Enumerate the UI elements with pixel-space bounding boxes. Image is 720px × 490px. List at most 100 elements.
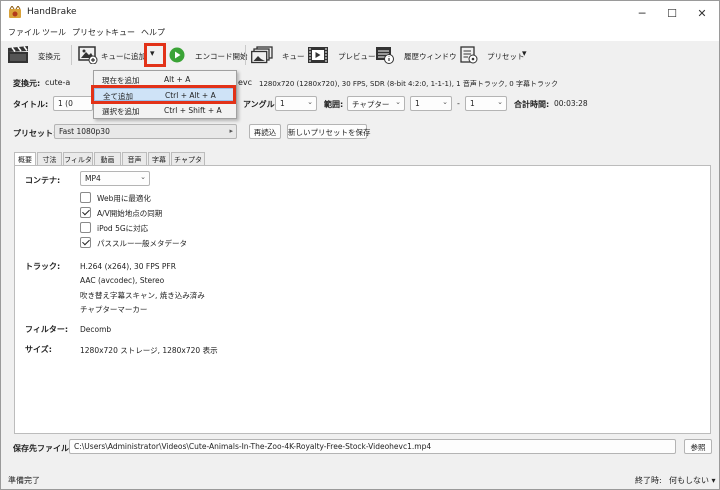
- chevron-down-icon: ⌄: [395, 98, 401, 106]
- handbrake-window: HandBrake ─ ☐ ✕ ファイル ツール プリセット キュー ヘルプ 変…: [0, 0, 720, 490]
- minimize-button[interactable]: ─: [627, 1, 657, 25]
- ipod-5g-label: iPod 5Gに対応: [97, 224, 149, 233]
- close-button[interactable]: ✕: [687, 1, 717, 25]
- container-label: コンテナ:: [25, 176, 61, 185]
- add-current-shortcut: Alt + A: [164, 75, 191, 84]
- range-label: 範囲:: [324, 100, 344, 109]
- source-info: 1280x720 (1280x720), 30 FPS, SDR (8-bit …: [259, 80, 558, 88]
- browse-button[interactable]: 参照: [684, 439, 712, 454]
- tab-chapters[interactable]: チャプター: [171, 152, 205, 174]
- angle-select[interactable]: 1 ⌄: [275, 96, 317, 111]
- queue-icon[interactable]: [251, 46, 273, 64]
- title-select-value: 1 (0: [58, 99, 73, 108]
- tab-subtitles[interactable]: 字幕: [148, 152, 170, 165]
- start-encode-button[interactable]: エンコード開始: [195, 51, 248, 62]
- play-icon[interactable]: [169, 47, 185, 63]
- queue-button[interactable]: キュー: [282, 51, 305, 62]
- preset-label: プリセット:: [13, 129, 57, 138]
- tab-audio[interactable]: 音声: [122, 152, 147, 165]
- range-dash: -: [457, 99, 460, 108]
- tracks-label: トラック:: [25, 262, 61, 271]
- reload-preset-button[interactable]: 再読込: [249, 124, 281, 139]
- presets-dropdown-arrow-icon[interactable]: ▾: [522, 49, 527, 59]
- preset-select[interactable]: Fast 1080p30 ▸: [54, 124, 237, 139]
- web-optimize-label: Web用に最適化: [97, 194, 151, 203]
- av-align-label: A/V開始地点の同期: [97, 209, 163, 218]
- range-type-select[interactable]: チャプター ⌄: [347, 96, 405, 111]
- range-start-value: 1: [415, 99, 420, 108]
- range-type-value: チャプター: [352, 100, 390, 109]
- when-done-label: 終了時:: [635, 476, 662, 485]
- add-selection-menu-item[interactable]: 選択を追加 Ctrl + Shift + A: [94, 104, 236, 117]
- tab-video[interactable]: 動画: [94, 152, 121, 165]
- preview-filmstrip-icon[interactable]: [307, 46, 329, 64]
- activity-log-icon[interactable]: [375, 46, 395, 64]
- filters-value: Decomb: [80, 325, 112, 334]
- duration-value: 00:03:28: [554, 99, 588, 108]
- chevron-down-icon: ⌄: [442, 98, 448, 106]
- menu-queue[interactable]: キュー: [111, 27, 135, 38]
- chevron-down-icon: ⌄: [497, 98, 503, 106]
- source-label: 変換元:: [13, 79, 41, 88]
- destination-label: 保存先ファイル:: [13, 444, 73, 453]
- angle-label: アングル:: [243, 100, 278, 109]
- toolbar-separator: [245, 45, 246, 65]
- toolbar-separator: [71, 45, 72, 65]
- range-end-select[interactable]: 1 ⌄: [465, 96, 507, 111]
- chevron-down-icon: ⌄: [307, 98, 313, 106]
- add-to-queue-button[interactable]: キューに追加: [101, 51, 146, 62]
- presets-icon[interactable]: [460, 46, 478, 64]
- source-name-start: cute-a: [45, 78, 71, 87]
- menu-bar: ファイル ツール プリセット キュー ヘルプ: [1, 25, 719, 41]
- add-queue-icon[interactable]: [78, 46, 98, 64]
- handbrake-logo-icon: [9, 6, 21, 18]
- tab-dimensions[interactable]: 寸法: [37, 152, 62, 165]
- track-subtitles: 吹き替え字幕スキャン, 焼き込み済み: [80, 291, 205, 300]
- chevron-down-icon: ⌄: [140, 173, 146, 181]
- preset-select-value: Fast 1080p30: [59, 127, 110, 136]
- container-select[interactable]: MP4 ⌄: [80, 171, 150, 186]
- title-label: タイトル:: [13, 100, 49, 109]
- presets-button[interactable]: プリセット: [487, 51, 525, 62]
- track-video: H.264 (x264), 30 FPS PFR: [80, 262, 176, 271]
- status-text: 準備完了: [8, 476, 40, 485]
- menu-help[interactable]: ヘルプ: [141, 27, 165, 38]
- size-label: サイズ:: [25, 345, 52, 354]
- destination-path-input[interactable]: C:\Users\Administrator\Videos\Cute-Anima…: [69, 439, 676, 454]
- filters-label: フィルター:: [25, 325, 69, 334]
- duration-label: 合計時間:: [514, 100, 550, 109]
- toolbar: 変換元 キューに追加 ▾ エンコード開始 キュー プレビュー 履歴ウィンドウ プ…: [1, 41, 719, 69]
- film-clapper-icon[interactable]: [7, 46, 29, 64]
- ipod-5g-checkbox[interactable]: [80, 222, 91, 233]
- menu-tools[interactable]: ツール: [42, 27, 66, 38]
- add-selection-label: 選択を追加: [102, 107, 140, 116]
- web-optimize-checkbox[interactable]: [80, 192, 91, 203]
- menu-file[interactable]: ファイル: [8, 27, 40, 38]
- range-start-select[interactable]: 1 ⌄: [410, 96, 452, 111]
- window-title: HandBrake: [27, 7, 77, 17]
- angle-select-value: 1: [280, 99, 285, 108]
- track-audio: AAC (avcodec), Stereo: [80, 276, 165, 285]
- status-bar: 準備完了 終了時: 何もしない ▾: [1, 469, 719, 489]
- passthru-metadata-checkbox[interactable]: [80, 237, 91, 248]
- destination-path: C:\Users\Administrator\Videos\Cute-Anima…: [74, 442, 432, 451]
- preview-button[interactable]: プレビュー: [338, 51, 376, 62]
- highlight-box-dropdown-arrow: [144, 43, 166, 67]
- activity-window-button[interactable]: 履歴ウィンドウ: [404, 51, 457, 62]
- save-new-preset-button[interactable]: 新しいプリセットを保存: [287, 124, 371, 139]
- source-button[interactable]: 変換元: [38, 51, 61, 62]
- range-end-value: 1: [470, 99, 475, 108]
- track-chapters: チャプターマーカー: [80, 305, 148, 314]
- title-select[interactable]: 1 (0: [53, 96, 93, 111]
- highlight-box-add-all: [91, 85, 236, 104]
- menu-presets[interactable]: プリセット: [72, 27, 112, 38]
- title-bar: HandBrake ─ ☐ ✕: [1, 1, 719, 25]
- tab-summary[interactable]: 概要: [14, 152, 36, 166]
- when-done-select[interactable]: 何もしない ▾: [669, 475, 716, 486]
- av-align-checkbox[interactable]: [80, 207, 91, 218]
- tab-filters[interactable]: フィルタ: [63, 152, 93, 165]
- size-value: 1280x720 ストレージ, 1280x720 表示: [80, 346, 218, 355]
- maximize-button[interactable]: ☐: [657, 1, 687, 25]
- container-value: MP4: [85, 174, 101, 183]
- source-name-end: evc: [238, 78, 253, 87]
